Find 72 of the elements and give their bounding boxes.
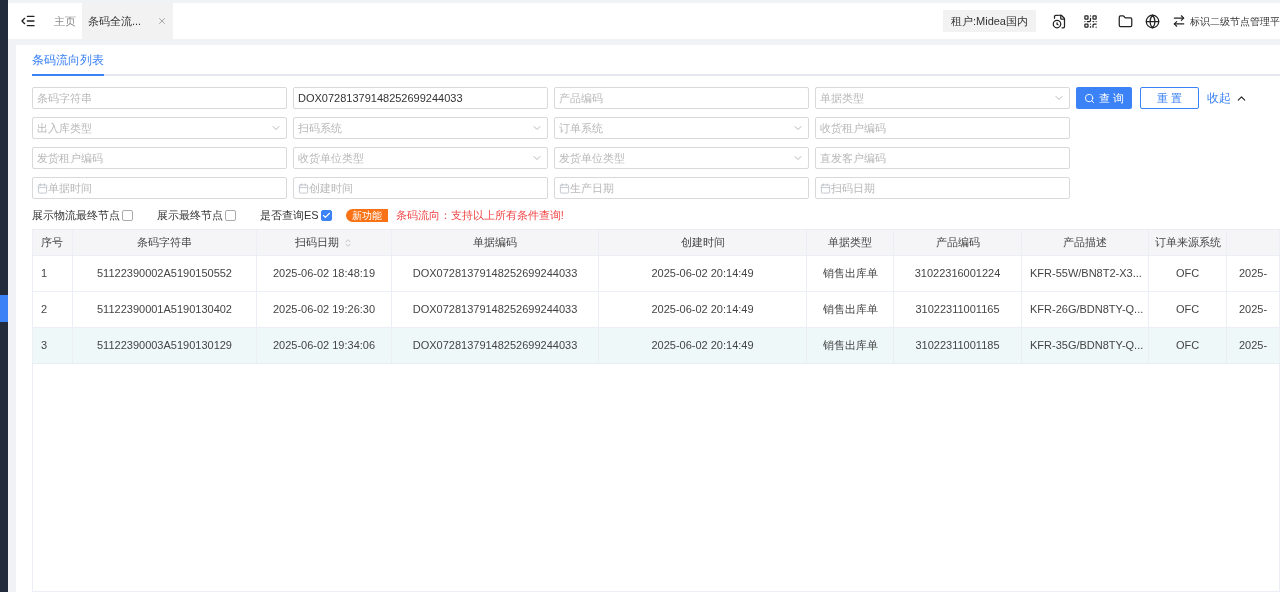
table-cell: 2025-06-02 20:14:49 xyxy=(599,328,807,363)
table-cell: KFR-35G/BDN8TY-Q... xyxy=(1022,328,1149,363)
field-placeholder: 单据时间 xyxy=(48,180,93,196)
filter-field[interactable]: 出入库类型 xyxy=(32,117,287,139)
table-row[interactable]: 3 51122390003A5190130129 2025-06-02 19:34:06 DOX07281379148252699244033 2025-06-02 20:14:49 销售出库单 31022311001185 KFR-35G/BDN8TY-Q... OFC 2025- xyxy=(33,327,1279,363)
field-placeholder: 条码字符串 xyxy=(37,90,93,106)
document-clock-icon[interactable] xyxy=(1052,13,1067,29)
field-placeholder: 收货单位类型 xyxy=(298,150,365,166)
field-value: DOX07281379148252699244033 xyxy=(298,90,464,106)
page-tab[interactable]: 条码全流... xyxy=(82,3,174,39)
search-button[interactable]: 查 询 xyxy=(1076,87,1133,109)
filter-field[interactable]: 扫码日期 xyxy=(815,177,1070,199)
checkbox[interactable] xyxy=(122,209,133,221)
filter-field[interactable]: 收货租户编码 xyxy=(815,117,1070,139)
filter-field[interactable]: 发货单位类型 xyxy=(554,147,809,169)
filter-field[interactable]: 收货单位类型 xyxy=(293,147,548,169)
calendar-icon xyxy=(559,182,570,194)
filter-field[interactable]: 扫码系统 xyxy=(293,117,548,139)
qr-code-icon[interactable] xyxy=(1083,13,1098,29)
field-placeholder: 生产日期 xyxy=(570,180,615,196)
field-placeholder: 发货租户编码 xyxy=(37,150,104,166)
globe-icon[interactable] xyxy=(1145,13,1160,29)
table-row[interactable]: 1 51122390002A5190150552 2025-06-02 18:48:19 DOX07281379148252699244033 2025-06-02 20:14:49 销售出库单 31022316001224 KFR-55W/BN8T2-X3... OFC 2025- xyxy=(33,255,1279,291)
table-cell: 3 xyxy=(33,328,73,363)
field-placeholder: 出入库类型 xyxy=(37,120,93,136)
field-placeholder: 单据类型 xyxy=(820,90,865,106)
switch-icon[interactable] xyxy=(1172,14,1186,28)
filter-field[interactable]: 直发客户编码 xyxy=(815,147,1070,169)
checkbox[interactable] xyxy=(225,209,236,221)
field-placeholder: 订单系统 xyxy=(559,120,604,136)
menu-icon[interactable] xyxy=(20,13,36,29)
table-cell: DOX07281379148252699244033 xyxy=(392,328,599,363)
collapse-link[interactable]: 收起 xyxy=(1207,87,1249,109)
field-placeholder: 产品编码 xyxy=(559,90,604,106)
new-feature-badge: 新功能 xyxy=(345,208,388,222)
filter-field[interactable]: 创建时间 xyxy=(293,177,548,199)
folder-icon[interactable] xyxy=(1118,13,1133,29)
table-cell: OFC xyxy=(1149,328,1227,363)
option-label: 展示物流最终节点 xyxy=(32,207,120,223)
filter-field[interactable]: 生产日期 xyxy=(554,177,809,199)
option-label: 是否查询ES xyxy=(260,207,319,223)
field-placeholder: 扫码日期 xyxy=(831,180,876,196)
table-cell: 2025-06-02 19:34:06 xyxy=(257,328,392,363)
filter-field[interactable]: 发货租户编码 xyxy=(32,147,287,169)
calendar-icon xyxy=(820,182,831,194)
filter-field[interactable]: 条码字符串 xyxy=(32,87,287,109)
search-icon xyxy=(1084,92,1095,104)
filter-field[interactable]: 单据时间 xyxy=(32,177,287,199)
field-placeholder: 扫码系统 xyxy=(298,120,343,136)
list-tab[interactable]: 条码流向列表 xyxy=(32,51,104,76)
field-placeholder: 直发客户编码 xyxy=(820,150,887,166)
reset-button[interactable]: 重 置 xyxy=(1140,87,1200,109)
table-cell: 51122390003A5190130129 xyxy=(73,328,257,363)
table-row[interactable]: 2 51122390001A5190130402 2025-06-02 19:26:30 DOX07281379148252699244033 2025-06-02 20:14:49 销售出库单 31022311001165 KFR-26G/BDN8TY-Q... OFC 2025- xyxy=(33,291,1279,327)
checkbox[interactable] xyxy=(320,209,332,221)
filter-field[interactable]: 单据类型 xyxy=(815,87,1070,109)
table-cell: 2025- xyxy=(1227,328,1279,363)
filter-field[interactable]: 产品编码 xyxy=(554,87,809,109)
table-cell: 31022311001185 xyxy=(894,328,1022,363)
calendar-icon xyxy=(37,182,48,194)
calendar-icon xyxy=(298,182,309,194)
platform-name[interactable]: 标识二级节点管理平 xyxy=(1190,13,1280,29)
tenant-label[interactable]: 租户:Midea国内 xyxy=(942,9,1036,33)
field-placeholder: 收货租户编码 xyxy=(820,120,887,136)
page-tab[interactable]: 主页 xyxy=(48,3,82,39)
filter-field[interactable]: DOX07281379148252699244033 xyxy=(293,87,548,109)
field-placeholder: 发货单位类型 xyxy=(559,150,626,166)
option-label: 展示最终节点 xyxy=(157,207,223,223)
notice-text: 条码流向：支持以上所有条件查询! xyxy=(395,207,564,223)
table-cell: 销售出库单 xyxy=(807,328,894,363)
field-placeholder: 创建时间 xyxy=(309,180,354,196)
filter-field[interactable]: 订单系统 xyxy=(554,117,809,139)
